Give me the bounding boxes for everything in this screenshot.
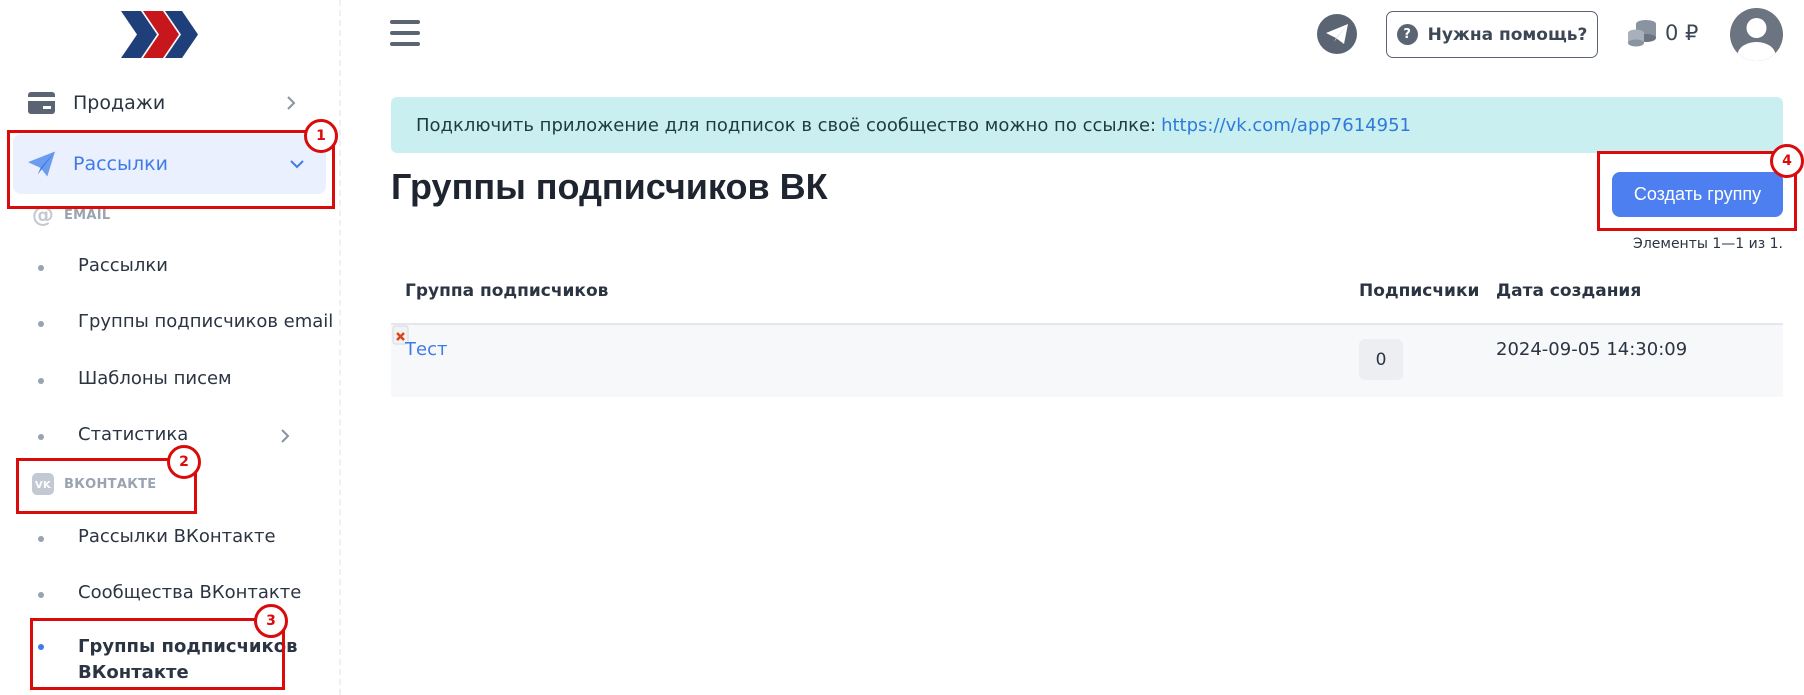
help-button[interactable]: ? Нужна помощь? [1386, 11, 1598, 58]
coins-icon [1628, 20, 1656, 47]
balance-indicator[interactable]: 0 ₽ [1627, 19, 1698, 47]
sidebar-sub-vk-mailings[interactable]: Рассылки ВКонтакте [38, 526, 276, 547]
groups-table: Группа подписчиков Подписчики Дата созда… [391, 270, 1783, 397]
avatar[interactable] [1730, 8, 1783, 61]
telegram-icon[interactable] [1317, 14, 1357, 54]
help-label: Нужна помощь? [1427, 24, 1588, 45]
sidebar: Продажи Рассылки @ EMAIL Рассылки Группы… [0, 0, 341, 695]
pagination-summary: Элементы 1—1 из 1. [1633, 236, 1783, 252]
group-name-link[interactable]: Тест [405, 339, 447, 360]
annotation-badge-2: 2 [167, 445, 201, 479]
column-header-group[interactable]: Группа подписчиков [405, 281, 608, 301]
column-header-subscribers[interactable]: Подписчики [1359, 281, 1479, 301]
page-title: Группы подписчиков ВК [391, 166, 828, 207]
column-header-created[interactable]: Дата создания [1496, 281, 1641, 301]
info-alert: Подключить приложение для подписок в сво… [391, 97, 1783, 153]
app-link[interactable]: https://vk.com/app7614951 [1161, 115, 1411, 136]
logo-icon[interactable] [121, 11, 198, 58]
annotation-badge-3: 3 [254, 604, 288, 638]
card-icon [28, 90, 55, 117]
chevron-right-icon [287, 96, 296, 110]
highlight-box-4 [1597, 151, 1797, 231]
annotation-badge-1: 1 [304, 119, 338, 153]
highlight-box-1 [7, 130, 335, 209]
sidebar-sub-email-groups[interactable]: Группы подписчиков email [38, 311, 333, 332]
sidebar-sub-vk-communities[interactable]: Сообщества ВКонтакте [38, 582, 301, 603]
subscriber-count: 0 [1359, 339, 1403, 380]
created-date: 2024-09-05 14:30:09 [1496, 339, 1688, 360]
menu-toggle-button[interactable] [390, 20, 420, 48]
table-header: Группа подписчиков Подписчики Дата созда… [391, 270, 1783, 325]
sidebar-sub-email-mailings[interactable]: Рассылки [38, 255, 168, 276]
sidebar-item-label: Продажи [73, 92, 166, 114]
chevron-right-icon [281, 429, 290, 443]
sidebar-sub-statistics[interactable]: Статистика [38, 424, 290, 445]
balance-value: 0 ₽ [1665, 21, 1699, 45]
sidebar-item-sales[interactable]: Продажи [0, 73, 326, 133]
highlight-box-3 [30, 618, 285, 690]
annotation-badge-4: 4 [1770, 144, 1804, 178]
sidebar-sub-templates[interactable]: Шаблоны писем [38, 368, 232, 389]
table-row: Тест 0 2024-09-05 14:30:09 [391, 325, 1783, 397]
question-icon: ? [1396, 24, 1418, 45]
alert-text: Подключить приложение для подписок в сво… [416, 114, 1157, 136]
